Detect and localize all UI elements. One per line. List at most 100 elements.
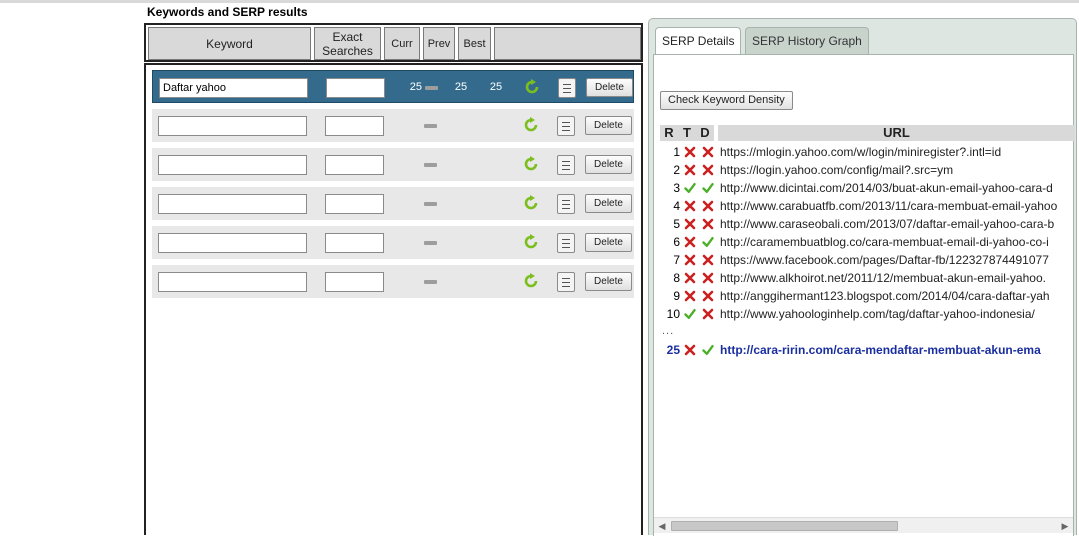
keyword-row[interactable]: Delete: [152, 109, 634, 142]
header-url: URL: [718, 125, 1075, 141]
exact-searches-input[interactable]: [325, 116, 384, 136]
keyword-input[interactable]: Daftar yahoo: [159, 78, 308, 98]
delete-button[interactable]: Delete: [585, 116, 632, 135]
cross-icon: [684, 254, 696, 266]
exact-searches-input[interactable]: [325, 155, 384, 175]
rank-change-icon: [424, 163, 437, 167]
rank-change-icon: [424, 280, 437, 284]
cross-icon: [684, 200, 696, 212]
exact-searches-input[interactable]: [325, 194, 384, 214]
keyword-row[interactable]: Delete: [152, 187, 634, 220]
tab-serp-details[interactable]: SERP Details: [655, 27, 742, 56]
cross-icon: [702, 308, 714, 320]
result-url[interactable]: https://login.yahoo.com/config/mail?.src…: [720, 161, 953, 179]
own-result-row: 25 http://cara-ririn.com/cara-mendaftar-m…: [654, 341, 1075, 359]
refresh-icon[interactable]: [522, 116, 540, 134]
scroll-left-icon[interactable]: ◀: [657, 521, 667, 531]
header-keyword[interactable]: Keyword: [148, 27, 311, 60]
result-url[interactable]: http://anggihermant123.blogspot.com/2014…: [720, 287, 1050, 305]
scrollbar-thumb[interactable]: [671, 521, 898, 531]
delete-button[interactable]: Delete: [586, 78, 633, 97]
keyword-input[interactable]: [158, 116, 307, 136]
best-rank: 25: [489, 81, 503, 93]
result-url[interactable]: http://www.alkhoirot.net/2011/12/membuat…: [720, 269, 1046, 287]
exact-searches-input[interactable]: [326, 78, 385, 98]
cross-icon: [702, 272, 714, 284]
keywords-panel: Keyword Exact Searches Curr Prev Best Da…: [144, 23, 644, 535]
result-rank: 6: [673, 235, 680, 249]
keyword-row[interactable]: Delete: [152, 265, 634, 298]
refresh-icon[interactable]: [522, 272, 540, 290]
result-url[interactable]: http://www.carabuatfb.com/2013/11/cara-m…: [720, 197, 1057, 215]
header-actions: [494, 27, 641, 60]
details-list-icon[interactable]: [557, 116, 575, 136]
keyword-input[interactable]: [158, 233, 307, 253]
keyword-list: Daftar yahoo 25 25 25 Delete Delete Delete Dele…: [144, 63, 643, 535]
result-url[interactable]: http://www.dicintai.com/2014/03/buat-aku…: [720, 179, 1053, 197]
keyword-input[interactable]: [158, 155, 307, 175]
cross-icon: [702, 218, 714, 230]
results-ellipsis: ...: [662, 325, 675, 337]
exact-searches-input[interactable]: [325, 233, 384, 253]
serp-result-row: 4 http://www.carabuatfb.com/2013/11/cara-…: [654, 197, 1075, 215]
result-url[interactable]: http://www.caraseobali.com/2013/07/dafta…: [720, 215, 1054, 233]
result-url[interactable]: http://cara-ririn.com/cara-mendaftar-mem…: [720, 341, 1041, 359]
refresh-icon[interactable]: [522, 194, 540, 212]
details-list-icon[interactable]: [557, 272, 575, 292]
header-curr[interactable]: Curr: [384, 27, 420, 60]
cross-icon: [684, 218, 696, 230]
table-header: Keyword Exact Searches Curr Prev Best: [144, 23, 643, 62]
header-exact-searches[interactable]: Exact Searches: [314, 27, 381, 60]
cross-icon: [702, 146, 714, 158]
result-url[interactable]: http://www.yahoologinhelp.com/tag/daftar…: [720, 305, 1035, 323]
result-rank: 2: [673, 163, 680, 177]
refresh-icon[interactable]: [522, 233, 540, 251]
result-url[interactable]: https://www.facebook.com/pages/Daftar-fb…: [720, 251, 1049, 269]
top-divider: [0, 0, 1079, 3]
details-list-icon[interactable]: [557, 233, 575, 253]
check-icon: [684, 182, 696, 194]
keyword-row[interactable]: Delete: [152, 226, 634, 259]
result-rank: 1: [673, 145, 680, 159]
scroll-right-icon[interactable]: ▶: [1060, 521, 1070, 531]
serp-panel: SERP Details SERP History Graph Check Ke…: [648, 18, 1077, 536]
serp-details-content: Check Keyword Density R T D URL 1 https:/…: [653, 54, 1075, 536]
keyword-input[interactable]: [158, 272, 307, 292]
keyword-row[interactable]: Delete: [152, 148, 634, 181]
result-rank: 9: [673, 289, 680, 303]
header-prev[interactable]: Prev: [423, 27, 455, 60]
keyword-row[interactable]: Daftar yahoo 25 25 25 Delete: [152, 70, 634, 103]
result-rank: 10: [666, 307, 680, 321]
delete-button[interactable]: Delete: [585, 233, 632, 252]
refresh-icon[interactable]: [523, 78, 541, 96]
header-d: D: [696, 125, 714, 141]
result-url[interactable]: http://caramembuatblog.co/cara-membuat-e…: [720, 233, 1049, 251]
cross-icon: [684, 164, 696, 176]
tab-serp-history-graph[interactable]: SERP History Graph: [745, 27, 869, 55]
result-rank: 4: [673, 199, 680, 213]
exact-searches-input[interactable]: [325, 272, 384, 292]
result-rank: 25: [666, 343, 680, 357]
serp-result-row: 8 http://www.alkhoirot.net/2011/12/membua…: [654, 269, 1075, 287]
details-list-icon[interactable]: [558, 78, 576, 98]
result-url[interactable]: https://mlogin.yahoo.com/w/login/minireg…: [720, 143, 1001, 161]
header-exact-line2: Searches: [322, 43, 373, 58]
keyword-input[interactable]: [158, 194, 307, 214]
refresh-icon[interactable]: [522, 155, 540, 173]
serp-table-header: R T D URL: [660, 125, 1075, 141]
serp-result-row: 10 http://www.yahoologinhelp.com/tag/daft…: [654, 305, 1075, 323]
delete-button[interactable]: Delete: [585, 272, 632, 291]
cross-icon: [684, 290, 696, 302]
check-keyword-density-button[interactable]: Check Keyword Density: [660, 91, 793, 110]
details-list-icon[interactable]: [557, 194, 575, 214]
serp-result-row: 5 http://www.caraseobali.com/2013/07/daft…: [654, 215, 1075, 233]
header-best[interactable]: Best: [458, 27, 491, 60]
horizontal-scrollbar[interactable]: ◀ ▶: [654, 517, 1073, 533]
rank-change-icon: [425, 86, 438, 90]
serp-result-row: 1 https://mlogin.yahoo.com/w/login/minire…: [654, 143, 1075, 161]
delete-button[interactable]: Delete: [585, 194, 632, 213]
delete-button[interactable]: Delete: [585, 155, 632, 174]
serp-result-row: 3 http://www.dicintai.com/2014/03/buat-ak…: [654, 179, 1075, 197]
details-list-icon[interactable]: [557, 155, 575, 175]
cross-icon: [702, 290, 714, 302]
